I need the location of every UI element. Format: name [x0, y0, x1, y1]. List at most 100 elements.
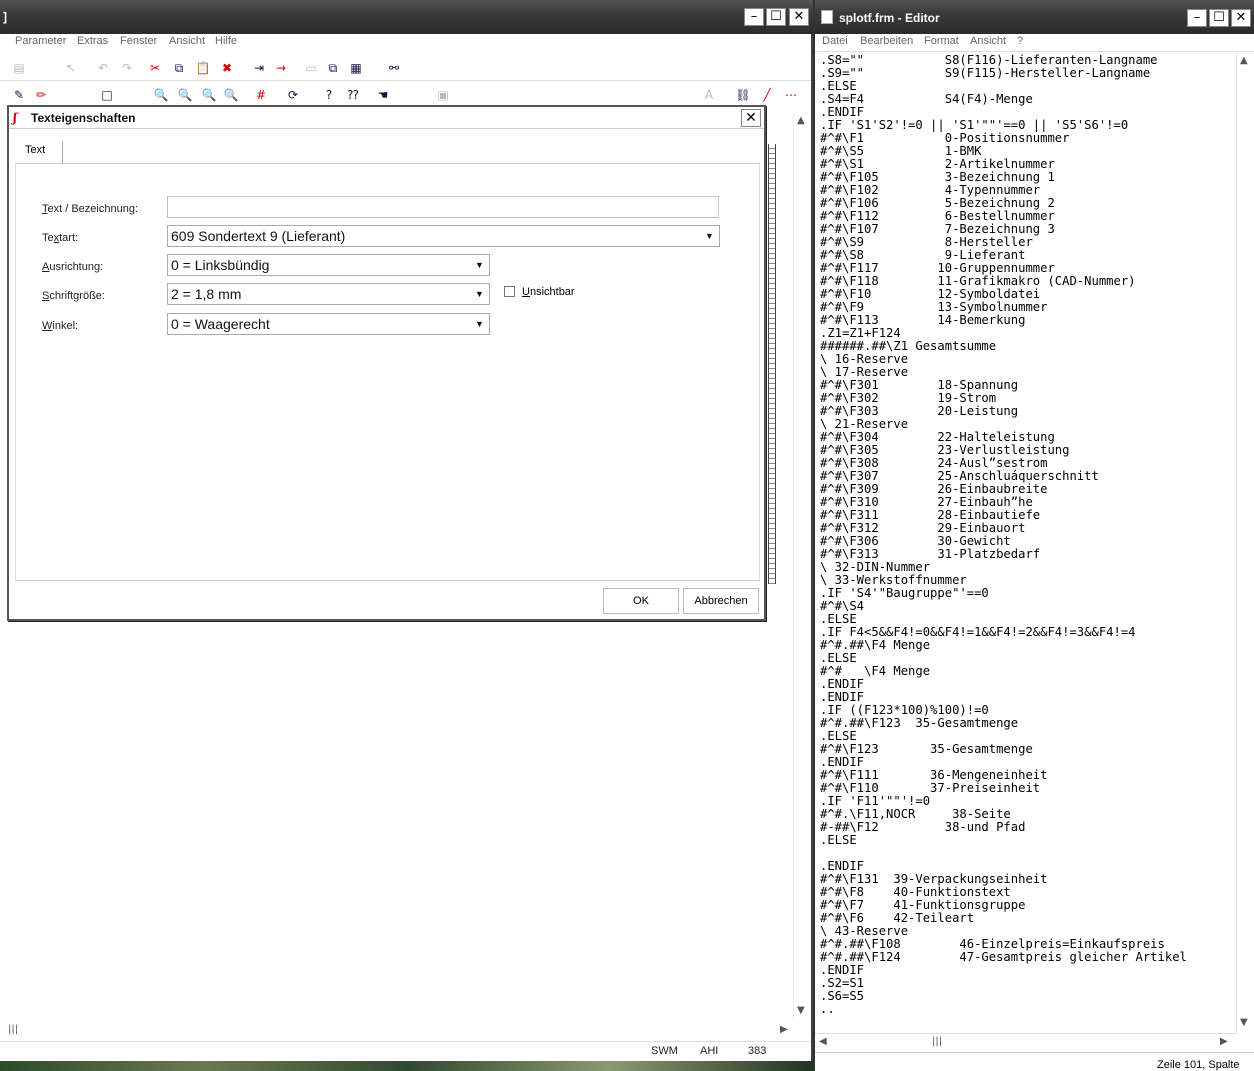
scroll-down-icon[interactable]: ▼ — [797, 1005, 805, 1016]
editor-horizontal-scrollbar[interactable]: ◀ ||| ▶ — [815, 1033, 1236, 1050]
tab-panel: Text / Bezeichnung: Textart: 609 Sondert… — [15, 163, 760, 581]
editor-title-bar[interactable]: splotf.frm - Editor – ☐ ✕ — [815, 0, 1254, 34]
editor-line: #^#\F123 35-Gesamtmenge — [820, 742, 1033, 756]
chevron-down-icon[interactable]: ▼ — [701, 227, 718, 245]
pointer-icon[interactable]: ↖ — [62, 59, 80, 77]
chevron-down-icon[interactable]: ▼ — [471, 315, 488, 333]
scroll-down-icon[interactable]: ▼ — [1240, 1017, 1248, 1028]
line-icon[interactable]: ╱ — [758, 86, 776, 104]
label-ausrichtung: Ausrichtung: — [42, 261, 104, 273]
menu-parameter[interactable]: Parameter — [15, 35, 66, 47]
rectangle-icon[interactable]: □ — [98, 86, 116, 104]
redo-icon[interactable]: ↷ — [118, 59, 136, 77]
status-ahi: AHI — [700, 1045, 719, 1057]
unsichtbar-checkbox[interactable] — [504, 286, 515, 297]
zoom-icon[interactable]: 🔍 — [152, 86, 170, 104]
chevron-down-icon[interactable]: ▼ — [471, 285, 488, 303]
dialog-title-bar[interactable]: ʃ Texteigenschaften ✕ — [9, 107, 764, 129]
main-title-bar[interactable]: ] – ☐ ✕ — [0, 0, 813, 34]
context-help-icon[interactable]: ⁇ — [344, 86, 362, 104]
close-button[interactable]: ✕ — [789, 8, 809, 26]
editor-line: .IF 'S4'"Baugruppe"'==0 — [820, 586, 989, 600]
schriftgroesse-select[interactable]: 2 = 1,8 mm ▼ — [167, 283, 490, 305]
label-bezeichnung: Text / Bezeichnung: — [42, 203, 139, 215]
toolbar-top: ▤ ↖ ↶ ↷ ✂ ⧉ 📋 ✖ ⇥ → ▭ ⧉ ▦ ⚯ — [0, 55, 811, 81]
brush-icon[interactable]: ✎ — [10, 86, 28, 104]
node-icon[interactable]: ⋯ — [782, 86, 800, 104]
text-properties-dialog: ʃ Texteigenschaften ✕ Text Text / Bezeic… — [7, 105, 766, 621]
windows-tile-icon[interactable]: ▦ — [347, 59, 365, 77]
grid-icon[interactable]: # — [252, 86, 270, 104]
zoom-out-icon[interactable]: 🔍 — [200, 86, 218, 104]
scroll-left-icon[interactable]: ◀ — [819, 1036, 827, 1047]
ausrichtung-select[interactable]: 0 = Linksbündig ▼ — [167, 254, 490, 276]
vertical-scrollbar[interactable]: ▲ ▼ — [793, 113, 810, 1021]
windows-cascade-icon[interactable]: ⧉ — [324, 59, 342, 77]
scroll-right-icon[interactable]: ▶ — [780, 1024, 788, 1035]
dialog-close-button[interactable]: ✕ — [741, 109, 761, 127]
chevron-down-icon[interactable]: ▼ — [471, 256, 488, 274]
label-textart: Textart: — [42, 232, 79, 244]
print-icon[interactable]: ▤ — [10, 59, 28, 77]
main-window-title: ] — [3, 10, 7, 24]
save-icon[interactable]: ▣ — [434, 86, 452, 104]
zoom-in-icon[interactable]: 🔍 — [176, 86, 194, 104]
editor-line: #^#.##\F123 35-Gesamtmenge — [820, 716, 1019, 730]
text-tool-icon[interactable]: A — [700, 86, 718, 104]
editor-line: #-##\F12 38-und Pfad — [820, 820, 1026, 834]
help-icon[interactable]: ? — [320, 86, 338, 104]
status-bar: SWM AHI 383 — [0, 1041, 811, 1061]
menu-ansicht-editor[interactable]: Ansicht — [970, 35, 1006, 47]
menu-help[interactable]: ? — [1017, 35, 1023, 47]
editor-text-area[interactable]: .S8="" S8(F116)-Lieferanten-Langname .S9=… — [820, 54, 1235, 1034]
insert-icon[interactable]: ⇥ — [250, 59, 268, 77]
link-icon[interactable]: ⛓ — [734, 86, 752, 104]
delete-icon[interactable]: ✖ — [218, 59, 236, 77]
scroll-up-icon[interactable]: ▲ — [797, 115, 805, 126]
editor-line: #^#\S4 — [820, 599, 865, 613]
menu-ansicht[interactable]: Ansicht — [169, 35, 205, 47]
scroll-grip-icon[interactable]: ||| — [8, 1024, 18, 1035]
editor-vertical-scrollbar[interactable]: ▲ ▼ — [1236, 53, 1253, 1033]
window-icon[interactable]: ▭ — [302, 59, 320, 77]
status-count: 383 — [748, 1045, 767, 1057]
menu-fenster[interactable]: Fenster — [120, 35, 157, 47]
app-logo-icon: ʃ — [13, 111, 17, 125]
editor-minimize-button[interactable]: – — [1187, 9, 1207, 27]
binoculars-icon[interactable]: ⚯ — [385, 59, 403, 77]
editor-line: .S9="" S9(F115)-Hersteller-Langname — [820, 66, 1151, 80]
minimize-button[interactable]: – — [744, 8, 764, 26]
refresh-icon[interactable]: ⟳ — [284, 86, 302, 104]
menu-datei[interactable]: Datei — [822, 35, 848, 47]
cancel-button[interactable]: Abbrechen — [683, 588, 759, 614]
undo-icon[interactable]: ↶ — [94, 59, 112, 77]
copy-icon[interactable]: ⧉ — [170, 59, 188, 77]
zoom-all-icon[interactable]: 🔍 — [222, 86, 240, 104]
bezeichnung-input[interactable] — [167, 196, 719, 218]
ok-button[interactable]: OK — [603, 588, 679, 614]
scroll-grip-icon[interactable]: ||| — [932, 1036, 942, 1047]
editor-line: .. — [820, 1002, 835, 1016]
cut-icon[interactable]: ✂ — [146, 59, 164, 77]
maximize-button[interactable]: ☐ — [766, 8, 786, 26]
scroll-up-icon[interactable]: ▲ — [1240, 55, 1248, 66]
menu-format[interactable]: Format — [924, 35, 959, 47]
menu-bearbeiten[interactable]: Bearbeiten — [860, 35, 913, 47]
winkel-select[interactable]: 0 = Waagerecht ▼ — [167, 313, 490, 335]
textart-select[interactable]: 609 Sondertext 9 (Lieferant) ▼ — [167, 225, 720, 247]
unsichtbar-label[interactable]: Unsichtbar — [522, 286, 575, 298]
editor-status-bar: Zeile 101, Spalte — [815, 1052, 1254, 1071]
label-winkel: Winkel: — [42, 320, 79, 332]
arrow-right-icon[interactable]: → — [272, 59, 290, 77]
menu-extras[interactable]: Extras — [77, 35, 108, 47]
menu-hilfe[interactable]: Hilfe — [215, 35, 237, 47]
scroll-right-icon[interactable]: ▶ — [1220, 1036, 1228, 1047]
editor-maximize-button[interactable]: ☐ — [1209, 9, 1229, 27]
tab-text[interactable]: Text — [17, 141, 63, 163]
pencil-icon[interactable]: ✏ — [32, 86, 50, 104]
horizontal-scrollbar[interactable]: ||| ▶ — [0, 1022, 793, 1039]
paste-icon[interactable]: 📋 — [194, 59, 212, 77]
hand-icon[interactable]: ☚ — [374, 86, 392, 104]
editor-close-button[interactable]: ✕ — [1231, 9, 1251, 27]
editor-line: .S6=S5 — [820, 989, 865, 1003]
